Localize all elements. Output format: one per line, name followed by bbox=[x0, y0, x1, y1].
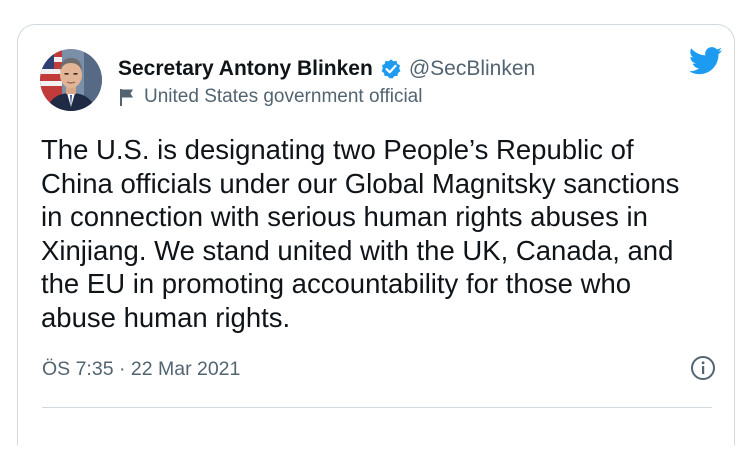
author-handle[interactable]: @SecBlinken bbox=[409, 57, 535, 81]
tweet-text-line: The U.S. is designating two People’s Rep… bbox=[41, 134, 634, 165]
government-label: United States government official bbox=[118, 84, 422, 110]
author-display-name[interactable]: Secretary Antony Blinken bbox=[118, 57, 373, 81]
flag-icon bbox=[118, 87, 136, 107]
avatar[interactable] bbox=[40, 49, 102, 111]
tweet-card[interactable]: Secretary Antony Blinken @SecBlinken Uni… bbox=[17, 24, 735, 445]
government-label-text[interactable]: United States government official bbox=[144, 86, 422, 108]
tweet-text-line: abuse human rights. bbox=[41, 301, 291, 333]
verified-badge-icon bbox=[380, 58, 402, 80]
info-icon[interactable] bbox=[690, 355, 716, 381]
tweet-text-line: the EU in promoting accountability for t… bbox=[41, 268, 632, 299]
tweet-text: The U.S. is designating two People’s Rep… bbox=[41, 133, 713, 334]
tweet-text-line: Xinjiang. We stand united with the UK, C… bbox=[41, 234, 674, 266]
tweet-text-line: China officials under our Global Magnits… bbox=[41, 167, 680, 199]
tweet-text-line: in connection with serious human rights … bbox=[41, 201, 648, 232]
tweet-timestamp[interactable]: ÖS 7:35 · 22 Mar 2021 bbox=[42, 358, 240, 381]
twitter-bird-icon[interactable] bbox=[689, 47, 723, 75]
divider bbox=[42, 407, 712, 408]
author-row: Secretary Antony Blinken @SecBlinken bbox=[118, 55, 535, 83]
